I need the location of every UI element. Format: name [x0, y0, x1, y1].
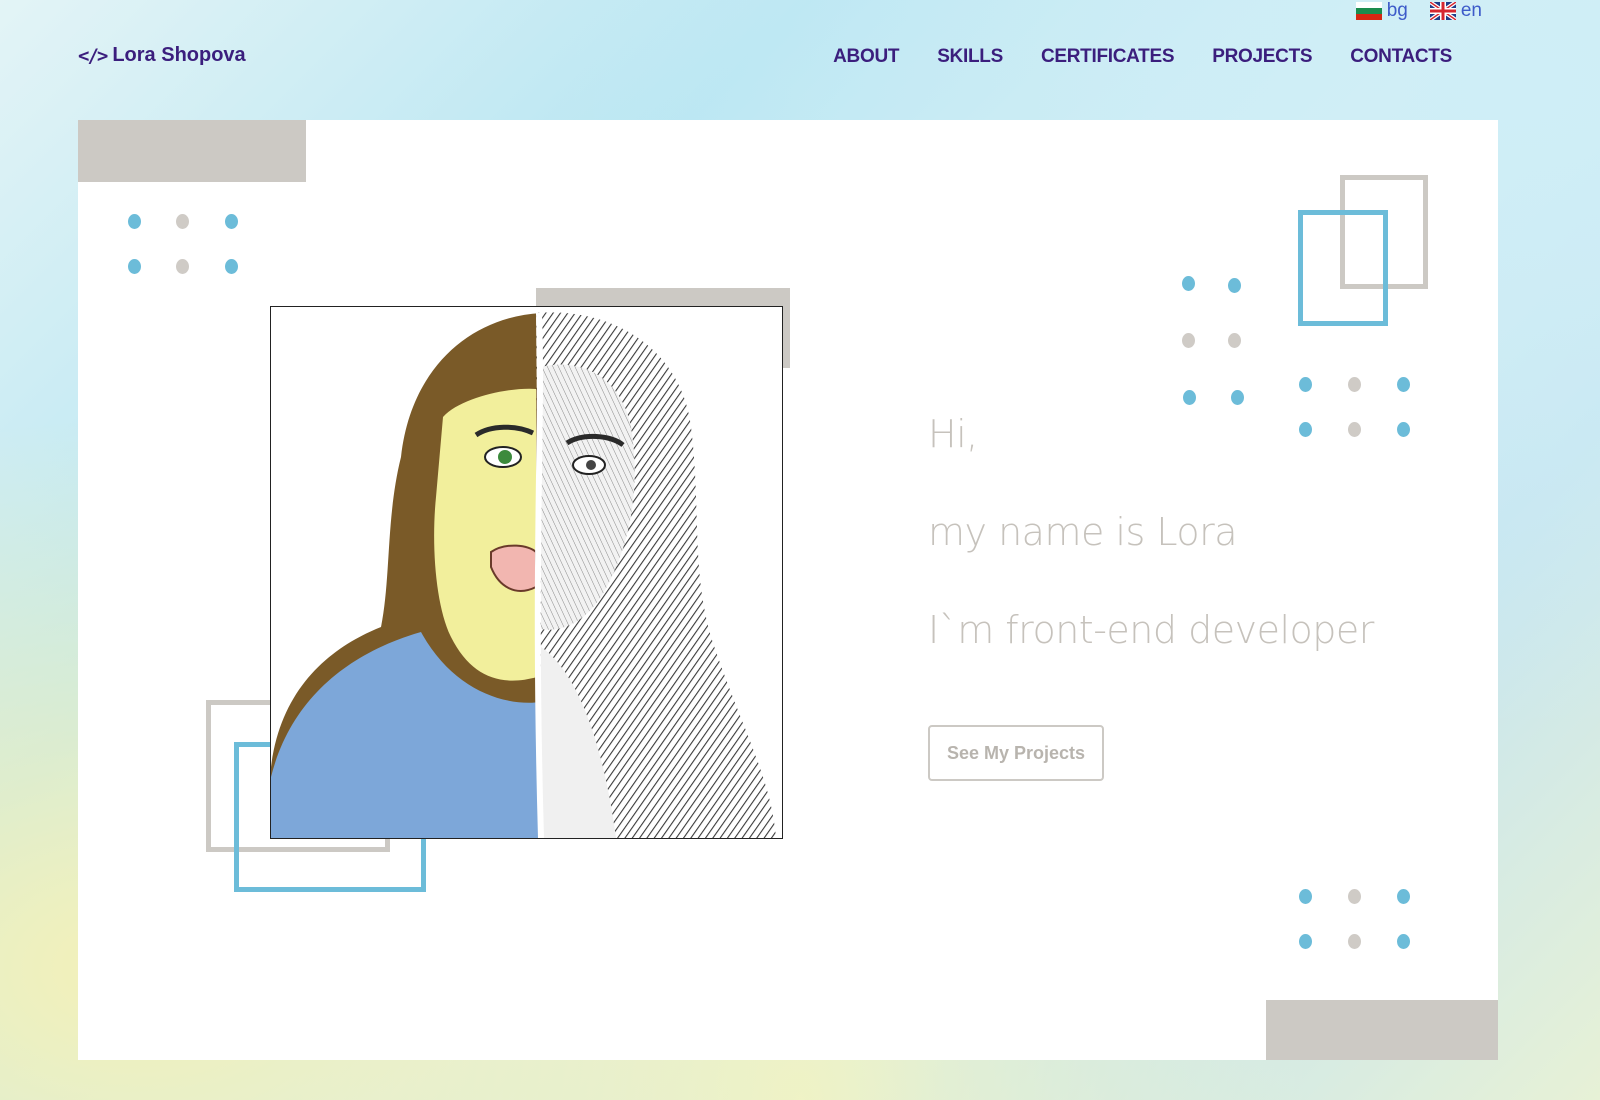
nav-about[interactable]: ABOUT — [833, 46, 899, 68]
bulgaria-flag-icon — [1355, 2, 1382, 20]
language-switcher: bg en — [1355, 0, 1482, 22]
dot — [1228, 333, 1241, 348]
dot — [176, 214, 189, 229]
lang-en-option[interactable]: en — [1429, 0, 1482, 22]
dot — [1183, 390, 1196, 405]
decorative-block-bottom-right — [1266, 1000, 1498, 1060]
dot — [128, 259, 141, 274]
dot — [1348, 889, 1361, 904]
dot — [1299, 934, 1312, 949]
brand-name: Lora Shopova — [112, 44, 246, 66]
hero-name-line: my name is Lora — [928, 510, 1238, 554]
code-icon: </> — [78, 44, 108, 67]
dot — [1397, 889, 1410, 904]
portrait-illustration — [271, 312, 776, 838]
dot — [1231, 390, 1244, 405]
dot — [1182, 333, 1195, 348]
decorative-square-blue — [1298, 210, 1388, 326]
dot — [1228, 278, 1241, 293]
dot — [1299, 889, 1312, 904]
lang-bg-option[interactable]: bg — [1355, 0, 1408, 22]
nav-skills[interactable]: SKILLS — [937, 46, 1003, 68]
dot — [1397, 422, 1410, 437]
nav-projects[interactable]: PROJECTS — [1212, 46, 1312, 68]
nav-contacts[interactable]: CONTACTS — [1350, 46, 1452, 68]
lang-bg-label: bg — [1386, 0, 1408, 21]
hero-role-line: I`m front-end developer — [928, 608, 1374, 652]
hero-card: Hi, my name is Lora I`m front-end develo… — [78, 120, 1498, 1060]
decorative-block-top-left — [78, 120, 306, 182]
hero-greeting: Hi, — [928, 412, 978, 456]
dot — [1299, 377, 1312, 392]
brand-logo[interactable]: </> Lora Shopova — [78, 44, 246, 67]
dot — [225, 259, 238, 274]
dot — [1182, 276, 1195, 291]
dot — [225, 214, 238, 229]
dot — [176, 259, 189, 274]
dot — [1397, 377, 1410, 392]
nav-certificates[interactable]: CERTIFICATES — [1041, 46, 1175, 68]
dot — [1397, 934, 1410, 949]
main-nav: ABOUT SKILLS CERTIFICATES PROJECTS CONTA… — [833, 46, 1452, 68]
hero-text: Hi, my name is Lora I`m front-end develo… — [928, 412, 1374, 706]
dot — [1348, 934, 1361, 949]
dot — [128, 214, 141, 229]
dot — [1348, 377, 1361, 392]
profile-portrait — [270, 306, 783, 839]
see-my-projects-button[interactable]: See My Projects — [928, 725, 1104, 781]
lang-en-label: en — [1460, 0, 1482, 21]
uk-flag-icon — [1429, 2, 1456, 20]
